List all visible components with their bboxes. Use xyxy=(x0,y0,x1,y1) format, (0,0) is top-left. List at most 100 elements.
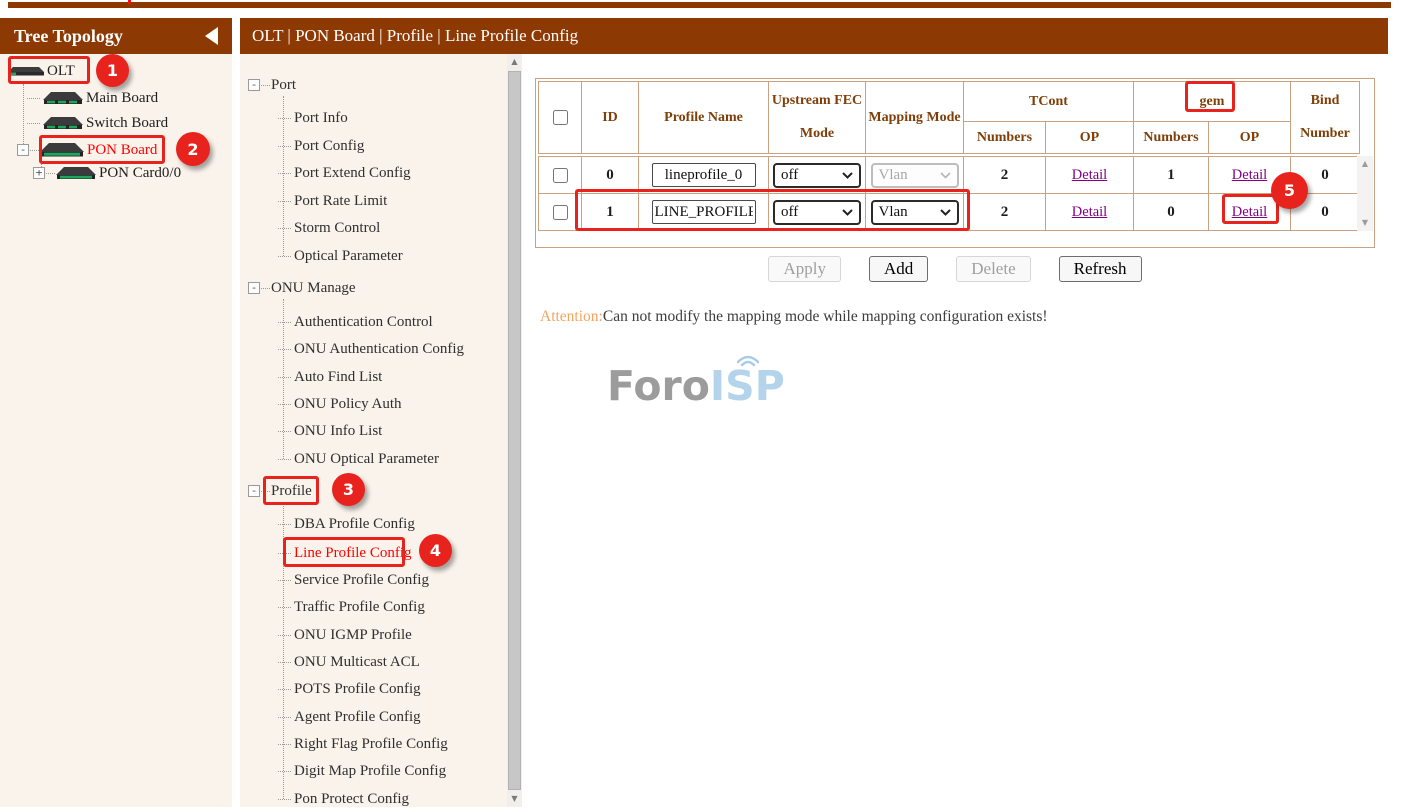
nav-section-profile[interactable]: - Profile xyxy=(248,480,312,502)
collapse-box-icon[interactable]: - xyxy=(248,79,260,91)
cell-mapping-mode: Vlan xyxy=(866,157,964,194)
board-device-icon xyxy=(43,91,83,106)
expand-box-icon[interactable]: + xyxy=(33,167,45,179)
tree-node-pon-card[interactable]: + PON Card0/0 xyxy=(33,161,181,185)
nav-item-label: ONU IGMP Profile xyxy=(294,627,412,644)
profile-name-input[interactable] xyxy=(652,163,756,187)
nav-item-port-info[interactable]: Port Info xyxy=(278,107,348,129)
cell-fec-mode: off xyxy=(769,194,866,231)
nav-item-pots-profile-config[interactable]: POTS Profile Config xyxy=(278,678,421,700)
tree-node-pon-board[interactable]: - PON Board xyxy=(17,138,157,162)
profile-name-input[interactable] xyxy=(652,200,756,224)
mapping-mode-select-disabled: Vlan xyxy=(871,163,959,188)
tcont-detail-link[interactable]: Detail xyxy=(1072,167,1107,184)
column-header-gem-op: OP xyxy=(1209,122,1291,154)
apply-button: Apply xyxy=(768,256,841,282)
nav-item-port-extend-config[interactable]: Port Extend Config xyxy=(278,162,411,184)
fec-mode-select[interactable]: off xyxy=(773,163,861,188)
nav-item-service-profile-config[interactable]: Service Profile Config xyxy=(278,569,429,591)
nav-item-label: DBA Profile Config xyxy=(294,516,415,533)
tree-connector xyxy=(30,150,39,151)
nav-item-optical-parameter[interactable]: Optical Parameter xyxy=(278,245,403,267)
tree-connector xyxy=(278,256,291,257)
nav-item-onu-policy-auth[interactable]: ONU Policy Auth xyxy=(278,393,402,415)
nav-item-onu-igmp-profile[interactable]: ONU IGMP Profile xyxy=(278,624,412,646)
scroll-up-icon[interactable]: ▲ xyxy=(1357,157,1373,171)
card-device-icon xyxy=(56,166,96,181)
tree-connector xyxy=(278,349,291,350)
column-header-bind-number: Bind Number xyxy=(1291,82,1360,154)
gem-detail-link[interactable]: Detail xyxy=(1232,204,1267,221)
nav-item-digit-map-profile-config[interactable]: Digit Map Profile Config xyxy=(278,760,446,782)
fec-mode-select[interactable]: off xyxy=(773,200,861,225)
nav-item-label: Port Rate Limit xyxy=(294,193,387,210)
chevron-down-icon xyxy=(842,209,853,216)
cell-gem-numbers: 0 xyxy=(1134,194,1209,231)
nav-item-label: Port Info xyxy=(294,110,348,127)
tree-node-olt[interactable]: OLT xyxy=(8,59,75,83)
scrollbar-thumb[interactable] xyxy=(508,71,521,790)
board-device-icon xyxy=(43,116,83,131)
nav-item-dba-profile-config[interactable]: DBA Profile Config xyxy=(278,513,415,535)
select-all-cell xyxy=(539,82,582,154)
collapse-box-icon[interactable]: - xyxy=(17,144,29,156)
nav-scrollbar[interactable]: ▲ ▼ xyxy=(507,54,522,807)
tree-connector xyxy=(278,201,291,202)
tree-node-main-board[interactable]: Main Board xyxy=(27,86,158,110)
tree-node-label: Main Board xyxy=(86,90,158,107)
nav-item-agent-profile-config[interactable]: Agent Profile Config xyxy=(278,706,421,728)
row-select-cell xyxy=(539,194,582,231)
select-all-checkbox[interactable] xyxy=(553,110,568,125)
nav-item-onu-optical-parameter[interactable]: ONU Optical Parameter xyxy=(278,448,439,470)
nav-item-traffic-profile-config[interactable]: Traffic Profile Config xyxy=(278,596,425,618)
scroll-down-icon[interactable]: ▼ xyxy=(1357,216,1373,230)
row-checkbox[interactable] xyxy=(553,168,568,183)
nav-section-port[interactable]: - Port xyxy=(248,74,296,96)
nav-item-port-config[interactable]: Port Config xyxy=(278,135,364,157)
tree-connector xyxy=(278,524,291,525)
nav-item-line-profile-config[interactable]: Line Profile Config xyxy=(278,542,411,564)
tree-connector xyxy=(278,580,291,581)
tree-node-switch-board[interactable]: Switch Board xyxy=(27,111,168,135)
add-button[interactable]: Add xyxy=(869,256,928,282)
scroll-down-icon[interactable]: ▼ xyxy=(507,791,522,807)
tree-connector xyxy=(278,377,291,378)
table-scrollbar[interactable]: ▲ ▼ xyxy=(1357,156,1373,231)
column-header-tcont: TCont xyxy=(964,82,1134,122)
mapping-mode-select[interactable]: Vlan xyxy=(871,200,959,225)
nav-item-storm-control[interactable]: Storm Control xyxy=(278,217,380,239)
scroll-up-icon[interactable]: ▲ xyxy=(507,54,522,70)
row-checkbox[interactable] xyxy=(553,205,568,220)
refresh-button[interactable]: Refresh xyxy=(1059,256,1142,282)
nav-item-label: Auto Find List xyxy=(294,369,382,386)
cell-tcont-numbers: 2 xyxy=(964,157,1046,194)
collapse-box-icon[interactable]: - xyxy=(248,282,260,294)
attention-text: Can not modify the mapping mode while ma… xyxy=(603,308,1048,325)
collapse-box-icon[interactable]: - xyxy=(248,485,260,497)
column-header-upstream-fec-mode: Upstream FEC Mode xyxy=(769,82,866,154)
nav-item-label: Traffic Profile Config xyxy=(294,599,425,616)
top-divider-bar xyxy=(8,2,1391,8)
gem-detail-link[interactable]: Detail xyxy=(1232,167,1267,184)
nav-item-authentication-control[interactable]: Authentication Control xyxy=(278,311,433,333)
nav-item-label: Storm Control xyxy=(294,220,380,237)
column-header-tcont-op: OP xyxy=(1046,122,1134,154)
nav-item-label: Optical Parameter xyxy=(294,248,403,265)
nav-section-label: Port xyxy=(271,77,296,94)
nav-section-onu-manage[interactable]: - ONU Manage xyxy=(248,277,356,299)
select-value: off xyxy=(781,204,798,221)
column-header-profile-name: Profile Name xyxy=(639,82,769,154)
select-value: Vlan xyxy=(879,167,908,184)
nav-item-port-rate-limit[interactable]: Port Rate Limit xyxy=(278,190,387,212)
nav-item-onu-multicast-acl[interactable]: ONU Multicast ACL xyxy=(278,651,420,673)
tree-connector xyxy=(278,173,291,174)
nav-item-onu-info-list[interactable]: ONU Info List xyxy=(278,420,382,442)
tcont-detail-link[interactable]: Detail xyxy=(1072,204,1107,221)
nav-item-auto-find-list[interactable]: Auto Find List xyxy=(278,366,382,388)
nav-item-right-flag-profile-config[interactable]: Right Flag Profile Config xyxy=(278,733,448,755)
select-value: Vlan xyxy=(879,204,908,221)
cell-tcont-numbers: 2 xyxy=(964,194,1046,231)
collapse-sidebar-icon[interactable] xyxy=(205,27,218,45)
nav-item-onu-authentication-config[interactable]: ONU Authentication Config xyxy=(278,338,464,360)
watermark-text-gray: Foro xyxy=(607,362,710,410)
